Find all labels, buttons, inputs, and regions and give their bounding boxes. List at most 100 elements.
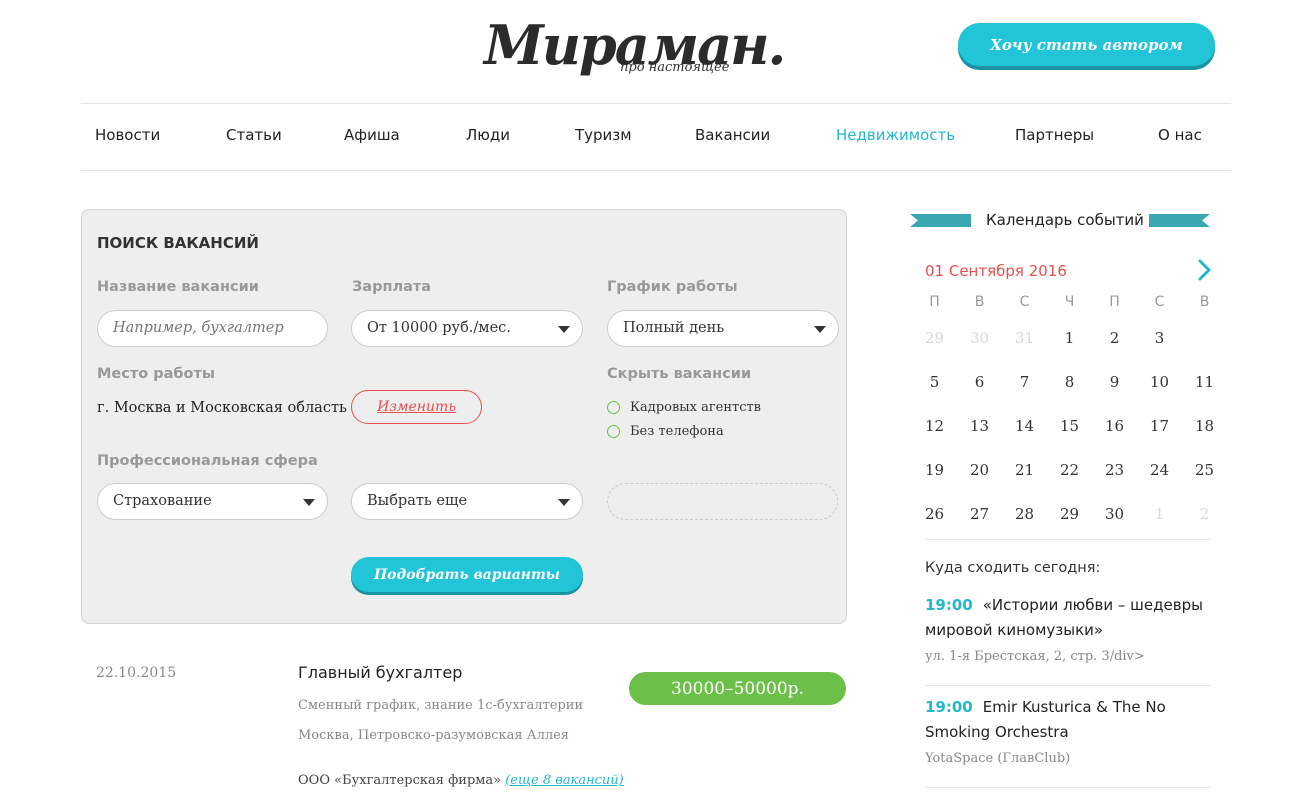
weekday-label: В bbox=[974, 294, 985, 310]
calendar-day[interactable]: 30 bbox=[1092, 496, 1137, 532]
sphere-select[interactable]: Страхование bbox=[97, 483, 328, 520]
calendar-day[interactable]: 3 bbox=[1137, 320, 1182, 356]
chevron-down-icon bbox=[558, 499, 570, 506]
radio-circle-icon bbox=[607, 401, 620, 414]
hide-no-phone-label: Без телефона bbox=[630, 424, 724, 439]
search-panel-title: ПОИСК ВАКАНСИЙ bbox=[97, 234, 259, 252]
calendar-day[interactable]: 25 bbox=[1182, 452, 1227, 488]
weekday-label: П bbox=[929, 294, 940, 310]
schedule-select[interactable]: Полный день bbox=[607, 310, 839, 347]
calendar-day[interactable]: 6 bbox=[957, 364, 1002, 400]
calendar-day[interactable]: 17 bbox=[1137, 408, 1182, 444]
calendar-day[interactable]: 12 bbox=[912, 408, 957, 444]
sphere-select-value: Страхование bbox=[113, 493, 212, 509]
calendar-day[interactable]: 23 bbox=[1092, 452, 1137, 488]
hide-agencies-label: Кадровых агентств bbox=[630, 400, 761, 415]
radio-circle-icon bbox=[607, 425, 620, 438]
calendar-day-today[interactable]: 4 bbox=[1182, 320, 1227, 356]
workplace-value: г. Москва и Московская область bbox=[97, 400, 347, 416]
ribbon-right-decoration bbox=[1149, 214, 1210, 227]
calendar-current-date: 01 Сентября 2016 bbox=[925, 262, 1067, 280]
vacancy-name-input[interactable]: Например, бухгалтер bbox=[97, 310, 328, 347]
chevron-down-icon bbox=[558, 326, 570, 333]
nav-item-people[interactable]: Люди bbox=[466, 104, 510, 170]
calendar-day[interactable]: 22 bbox=[1047, 452, 1092, 488]
salary-badge: 30000–50000р. bbox=[629, 672, 846, 705]
calendar-day: 2 bbox=[1199, 505, 1210, 523]
nav-item-about[interactable]: О нас bbox=[1158, 104, 1202, 170]
chevron-right-icon[interactable] bbox=[1194, 258, 1216, 282]
event-title-line: 19:00 «Истории любви – шедевры мировой ки… bbox=[925, 593, 1211, 643]
calendar-day[interactable]: 26 bbox=[912, 496, 957, 532]
calendar-day[interactable]: 21 bbox=[1002, 452, 1047, 488]
main-nav: Новости Статьи Афиша Люди Туризм Ваканси… bbox=[81, 103, 1231, 171]
calendar-day[interactable]: 7 bbox=[1002, 364, 1047, 400]
chevron-down-icon bbox=[814, 326, 826, 333]
weekday-label: С bbox=[1154, 294, 1165, 310]
site-logo[interactable]: Мираман. про настоящее bbox=[484, 10, 786, 94]
nav-item-events[interactable]: Афиша bbox=[344, 104, 400, 170]
calendar-day[interactable]: 2 bbox=[1092, 320, 1137, 356]
find-options-button[interactable]: Подобрать варианты bbox=[351, 557, 583, 592]
calendar-day[interactable]: 19 bbox=[912, 452, 957, 488]
calendar-day[interactable]: 28 bbox=[1002, 496, 1047, 532]
nav-item-partners[interactable]: Партнеры bbox=[1015, 104, 1094, 170]
events-heading: Куда сходить сегодня: bbox=[925, 560, 1101, 576]
sphere-more-select-value: Выбрать еще bbox=[367, 493, 468, 509]
become-author-button[interactable]: Хочу стать автором bbox=[958, 23, 1215, 66]
calendar-day: 31 bbox=[1014, 329, 1035, 347]
vacancy-address: Москва, Петровско-разумовская Аллея bbox=[298, 728, 570, 743]
hide-agencies-checkbox[interactable]: Кадровых агентств bbox=[607, 400, 761, 415]
calendar-day: 29 bbox=[924, 329, 945, 347]
vacancy-title[interactable]: Главный бухгалтер bbox=[298, 663, 462, 682]
calendar-day[interactable]: 5 bbox=[912, 364, 957, 400]
hide-no-phone-checkbox[interactable]: Без телефона bbox=[607, 424, 724, 439]
event-item[interactable]: 19:00 Emir Kusturica & The No Smoking Orc… bbox=[925, 695, 1211, 766]
calendar-day: 30 bbox=[969, 329, 990, 347]
salary-label: Зарплата bbox=[352, 279, 432, 295]
salary-select-value: От 10000 руб./мес. bbox=[367, 320, 511, 336]
sphere-more-select[interactable]: Выбрать еще bbox=[351, 483, 583, 520]
calendar-day[interactable]: 8 bbox=[1047, 364, 1092, 400]
nav-item-news[interactable]: Новости bbox=[95, 104, 160, 170]
schedule-select-value: Полный день bbox=[623, 320, 725, 336]
nav-item-vacancies[interactable]: Вакансии bbox=[695, 104, 770, 170]
change-location-button[interactable]: Изменить bbox=[351, 390, 482, 424]
event-divider bbox=[925, 787, 1211, 788]
salary-select[interactable]: От 10000 руб./мес. bbox=[351, 310, 583, 347]
company-name: ООО «Бухгалтерская фирма» bbox=[298, 773, 502, 788]
weekday-label: В bbox=[1199, 294, 1210, 310]
calendar-day[interactable]: 27 bbox=[957, 496, 1002, 532]
vacancy-name-label: Название вакансии bbox=[97, 279, 259, 295]
nav-item-tourism[interactable]: Туризм bbox=[575, 104, 632, 170]
calendar-day[interactable]: 18 bbox=[1182, 408, 1227, 444]
event-place: ул. 1-я Брестская, 2, стр. 3/div> bbox=[925, 649, 1145, 664]
weekday-label: Ч bbox=[1064, 294, 1075, 310]
vacancy-search-panel: ПОИСК ВАКАНСИЙ Название вакансии Наприме… bbox=[81, 209, 847, 624]
calendar-day[interactable]: 20 bbox=[957, 452, 1002, 488]
calendar-day[interactable]: 14 bbox=[1002, 408, 1047, 444]
event-title-line: 19:00 Emir Kusturica & The No Smoking Orc… bbox=[925, 695, 1211, 745]
weekday-label: П bbox=[1109, 294, 1120, 310]
event-place: YotaSpace (ГлавClub) bbox=[925, 751, 1071, 766]
calendar-day[interactable]: 29 bbox=[1047, 496, 1092, 532]
vacancy-company: ООО «Бухгалтерская фирма» (еще 8 ваканси… bbox=[298, 773, 624, 788]
nav-item-realty[interactable]: Недвижимость bbox=[836, 104, 955, 170]
calendar-day[interactable]: 11 bbox=[1182, 364, 1227, 400]
nav-item-articles[interactable]: Статьи bbox=[226, 104, 282, 170]
calendar-day[interactable]: 16 bbox=[1092, 408, 1137, 444]
workplace-label: Место работы bbox=[97, 366, 216, 382]
event-divider bbox=[925, 685, 1211, 686]
calendar-day[interactable]: 15 bbox=[1047, 408, 1092, 444]
calendar-title: Календарь событий bbox=[986, 211, 1144, 229]
event-time: 19:00 bbox=[925, 596, 973, 614]
calendar-day[interactable]: 9 bbox=[1092, 364, 1137, 400]
calendar-divider bbox=[925, 539, 1211, 540]
calendar-day[interactable]: 10 bbox=[1137, 364, 1182, 400]
more-vacancies-link[interactable]: (еще 8 вакансий) bbox=[505, 773, 624, 788]
calendar-day[interactable]: 1 bbox=[1047, 320, 1092, 356]
event-item[interactable]: 19:00 «Истории любви – шедевры мировой ки… bbox=[925, 593, 1211, 664]
calendar-day[interactable]: 13 bbox=[957, 408, 1002, 444]
calendar-day[interactable]: 24 bbox=[1137, 452, 1182, 488]
sphere-label: Профессиональная сфера bbox=[97, 453, 318, 469]
